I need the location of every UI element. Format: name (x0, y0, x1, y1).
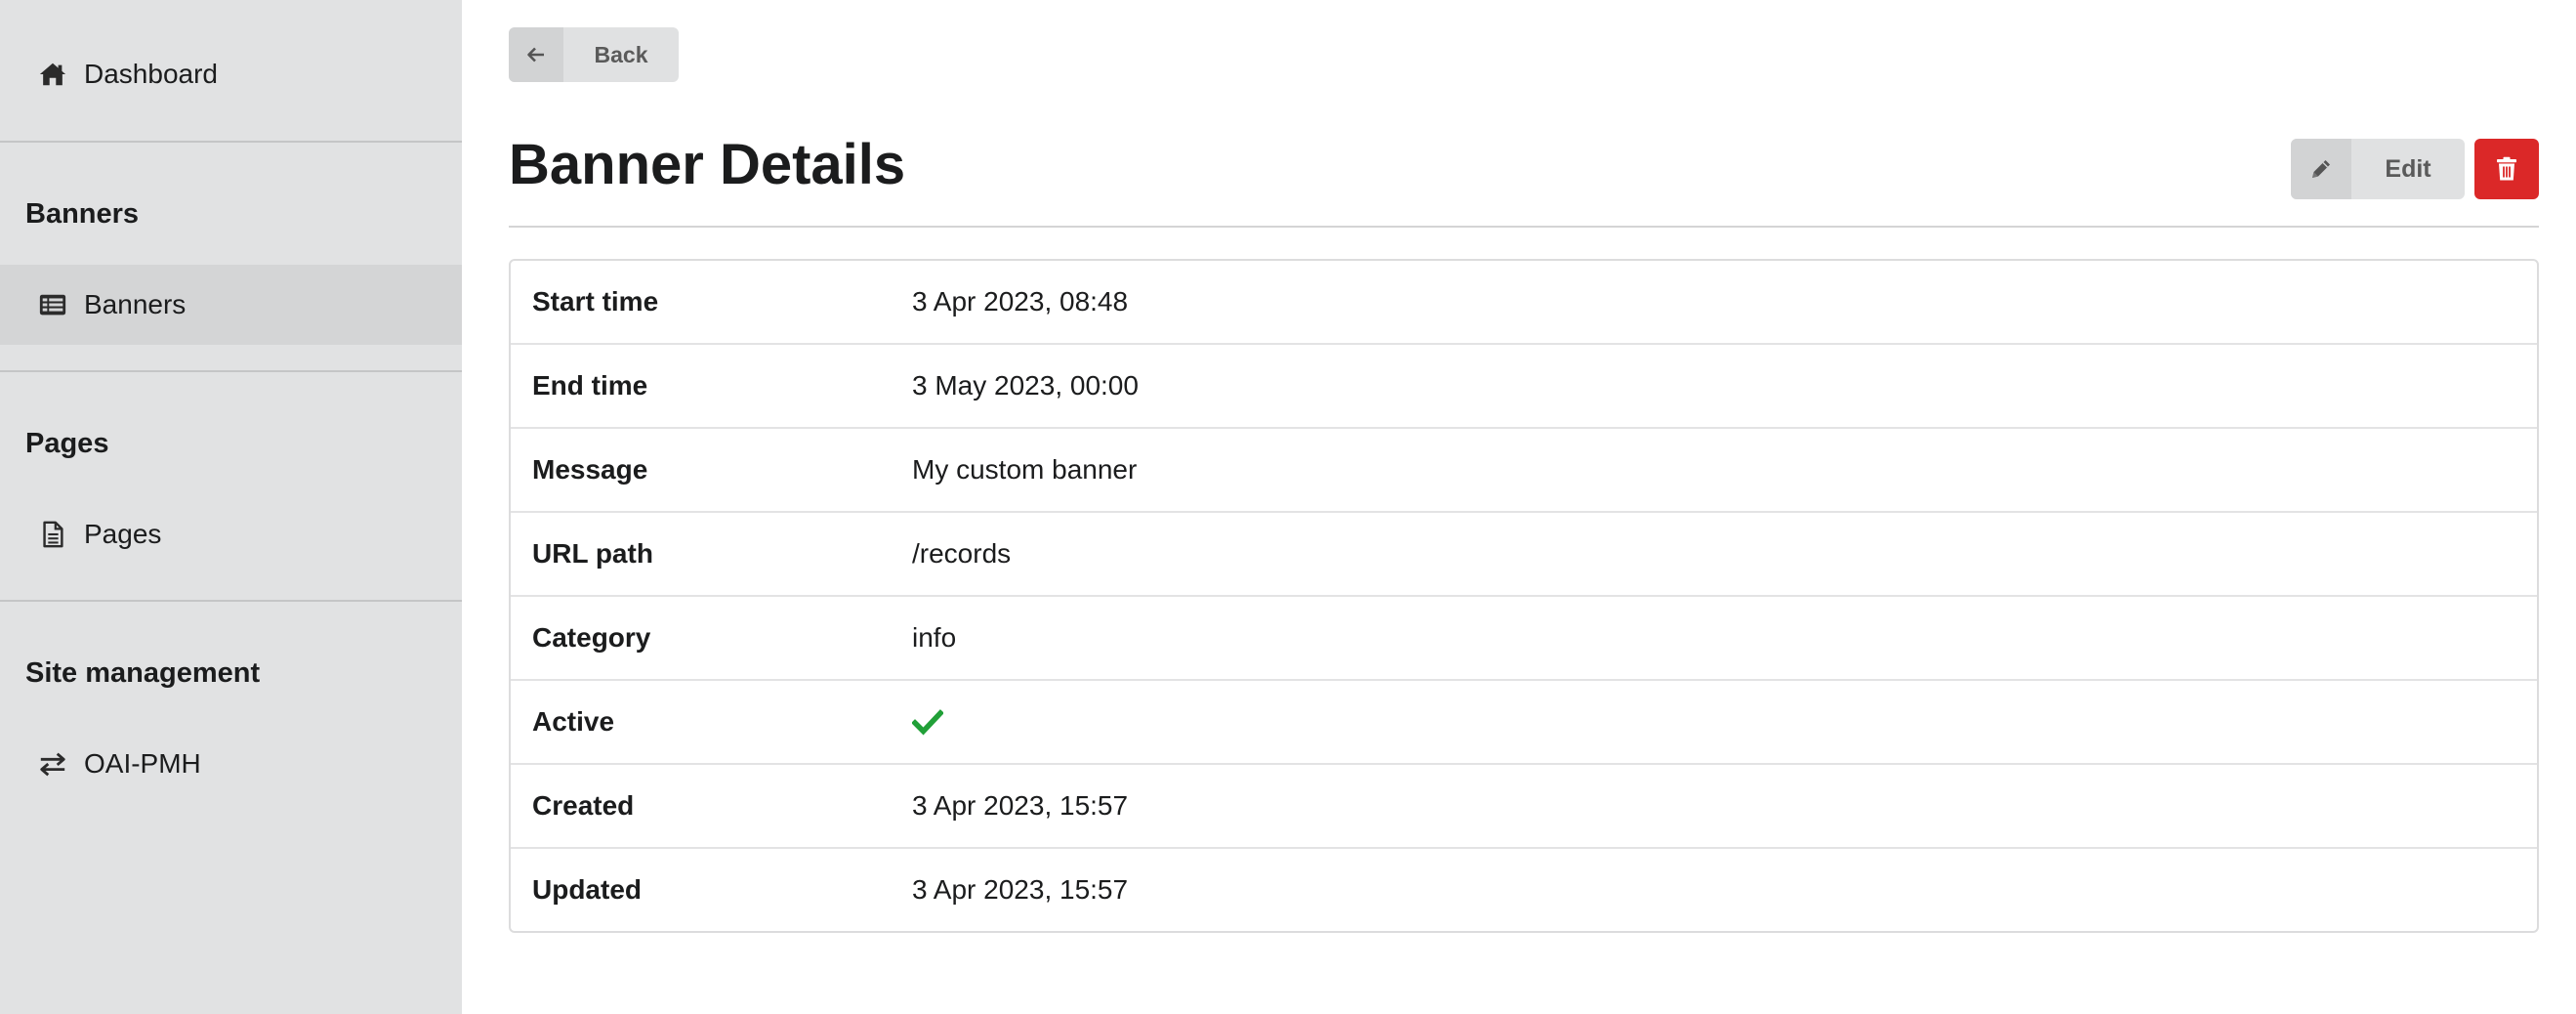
detail-value: 3 May 2023, 00:00 (912, 370, 1139, 401)
detail-value: My custom banner (912, 454, 1138, 485)
sidebar-item-dashboard[interactable]: Dashboard (0, 34, 462, 114)
detail-key: Message (532, 454, 648, 485)
detail-value: 3 Apr 2023, 15:57 (912, 874, 1129, 905)
detail-key: Created (532, 790, 635, 821)
sidebar: Dashboard Banners Banners Pages Pages Si… (0, 0, 462, 1014)
table-list-icon (37, 289, 68, 320)
pencil-icon (2291, 139, 2351, 199)
sidebar-section-header-pages: Pages (25, 428, 109, 459)
back-button-label: Back (594, 41, 648, 67)
home-icon (37, 59, 68, 90)
sidebar-section-header-site-management: Site management (25, 657, 261, 689)
detail-key: End time (532, 370, 648, 401)
detail-row-start-time: Start time 3 Apr 2023, 08:48 (511, 261, 2537, 343)
sidebar-item-oai-pmh[interactable]: OAI-PMH (0, 724, 462, 804)
detail-row-created: Created 3 Apr 2023, 15:57 (511, 763, 2537, 847)
detail-row-url-path: URL path /records (511, 511, 2537, 595)
detail-value: /records (912, 538, 1012, 569)
detail-key: Start time (532, 286, 659, 317)
check-icon (912, 709, 943, 736)
detail-value: 3 Apr 2023, 15:57 (912, 790, 1129, 821)
edit-button[interactable]: Edit (2291, 139, 2465, 199)
delete-button[interactable] (2474, 139, 2539, 199)
edit-button-label: Edit (2385, 154, 2431, 183)
exchange-icon (37, 748, 68, 780)
sidebar-item-label: Banners (84, 289, 187, 319)
detail-row-updated: Updated 3 Apr 2023, 15:57 (511, 847, 2537, 931)
detail-key: Category (532, 622, 651, 653)
detail-value: info (912, 622, 957, 653)
detail-value (912, 708, 943, 736)
detail-row-category: Category info (511, 595, 2537, 679)
sidebar-item-label: Pages (84, 519, 162, 549)
detail-row-end-time: End time 3 May 2023, 00:00 (511, 343, 2537, 427)
detail-key: Active (532, 706, 615, 737)
title-divider (509, 226, 2539, 228)
arrow-left-icon (509, 27, 563, 82)
details-table: Start time 3 Apr 2023, 08:48 End time 3 … (509, 259, 2539, 933)
sidebar-item-label: OAI-PMH (84, 748, 201, 779)
sidebar-item-banners[interactable]: Banners (0, 265, 462, 345)
sidebar-divider (0, 370, 462, 372)
detail-row-message: Message My custom banner (511, 427, 2537, 511)
file-icon (37, 519, 68, 550)
sidebar-item-label: Dashboard (84, 59, 218, 89)
sidebar-divider (0, 141, 462, 143)
detail-key: URL path (532, 538, 653, 569)
detail-key: Updated (532, 874, 642, 905)
sidebar-divider (0, 600, 462, 602)
sidebar-section-header-banners: Banners (25, 198, 140, 230)
page-title: Banner Details (509, 133, 906, 196)
trash-icon (2497, 156, 2516, 181)
detail-row-active: Active (511, 679, 2537, 763)
sidebar-item-pages[interactable]: Pages (0, 494, 462, 574)
main-content: Back Banner Details Edit Start time 3 Ap… (462, 0, 2576, 1014)
detail-value: 3 Apr 2023, 08:48 (912, 286, 1129, 317)
back-button[interactable]: Back (509, 27, 679, 82)
